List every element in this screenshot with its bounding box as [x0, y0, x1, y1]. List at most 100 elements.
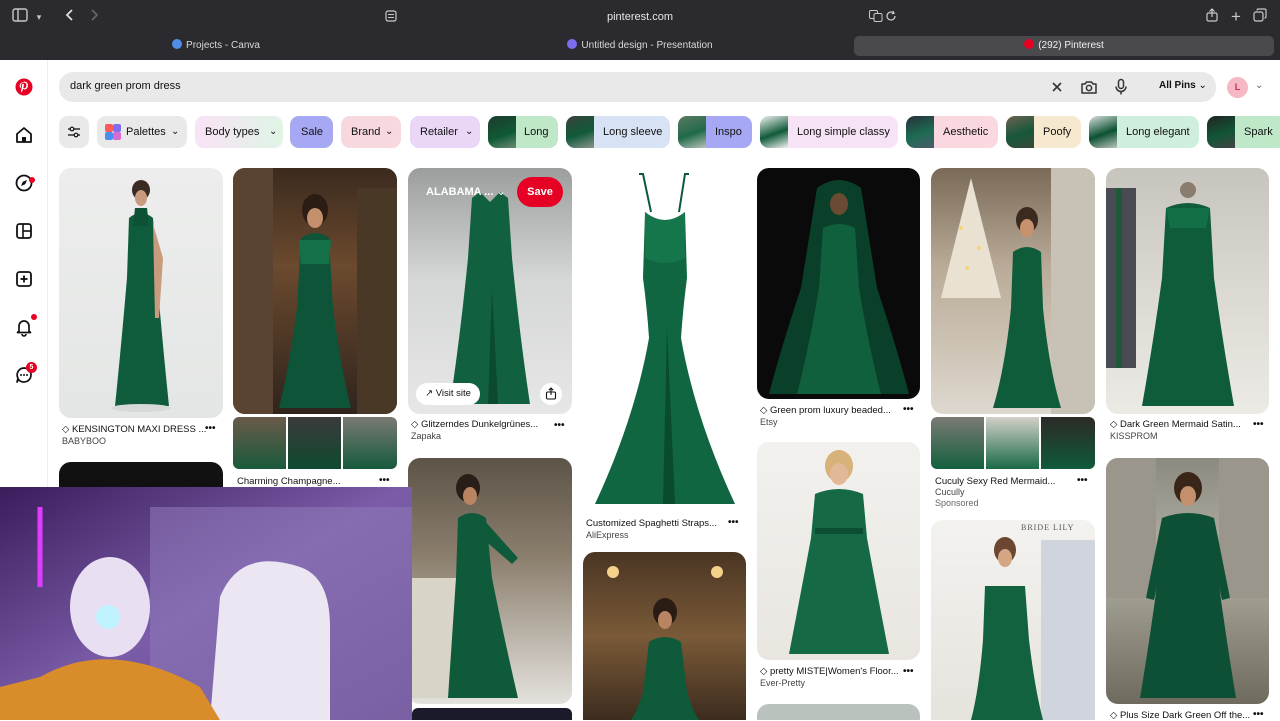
address-bar[interactable]: pinterest.com	[380, 6, 900, 28]
tab-overview-icon[interactable]	[1252, 8, 1268, 26]
dress-photo	[595, 173, 735, 504]
pin-title[interactable]: ◇ Dark Green Mermaid Satin...	[1110, 419, 1250, 430]
filter-long-simple-classy[interactable]: Long simple classy	[760, 116, 898, 148]
pin-source[interactable]: BABYBOO	[62, 436, 106, 446]
home-icon[interactable]	[14, 125, 34, 145]
filter-palettes[interactable]: Palettes ⌄	[97, 116, 187, 148]
pin-title[interactable]: ◇ Plus Size Dark Green Off the...	[1110, 710, 1260, 721]
pin-image[interactable]	[583, 552, 746, 720]
clear-search-icon[interactable]	[1049, 79, 1065, 95]
filter-sparkly[interactable]: Spark	[1207, 116, 1280, 148]
url-text: pinterest.com	[606, 11, 674, 23]
filter-retailer[interactable]: Retailer ⌄	[410, 116, 480, 148]
filter-brand[interactable]: Brand ⌄	[341, 116, 401, 148]
tab-presentation[interactable]: Untitled design - Presentation	[430, 36, 850, 56]
filter-body-types[interactable]: Body types ⌄	[195, 116, 283, 148]
more-options-icon[interactable]: •••	[1253, 419, 1264, 430]
scope-dropdown[interactable]: All Pins ⌄	[1159, 80, 1207, 91]
translate-icon[interactable]	[868, 8, 884, 26]
arrow-up-right-icon: ↗	[425, 388, 436, 399]
notifications-icon[interactable]	[14, 317, 34, 337]
more-options-icon[interactable]: •••	[205, 423, 216, 434]
dress-photo	[408, 474, 518, 698]
new-tab-icon[interactable]: +	[1228, 8, 1244, 26]
pin-title[interactable]: Charming Champagne...	[237, 476, 377, 487]
search-input[interactable]: dark green prom dress	[70, 80, 181, 92]
pin-source[interactable]: Zapaka	[411, 431, 441, 441]
boards-icon[interactable]	[14, 221, 34, 241]
chevron-down-icon[interactable]: ⌄	[1255, 80, 1263, 91]
pin-source[interactable]: KISSPROM	[1110, 431, 1158, 441]
save-button[interactable]: Save	[517, 177, 563, 207]
share-button[interactable]	[540, 383, 562, 405]
pin-title[interactable]: ◇ KENSINGTON MAXI DRESS ...	[62, 424, 210, 435]
more-options-icon[interactable]: •••	[903, 666, 914, 677]
pin-source[interactable]: Cucully	[935, 487, 965, 497]
filter-sale[interactable]: Sale	[290, 116, 333, 148]
pin-image[interactable]	[1106, 458, 1269, 704]
board-selector[interactable]: ALABAMA ... ⌄	[426, 185, 506, 198]
filter-poofy[interactable]: Poofy	[1006, 116, 1081, 148]
more-options-icon[interactable]: •••	[903, 404, 914, 415]
pin-image[interactable]	[408, 458, 572, 704]
more-options-icon[interactable]: •••	[554, 420, 565, 431]
pin-title[interactable]: Customized Spaghetti Straps...	[586, 518, 726, 529]
search-bar[interactable]: dark green prom dress All Pins ⌄	[59, 72, 1216, 102]
pin-image[interactable]	[59, 168, 223, 418]
thumbnail	[566, 116, 594, 148]
pin-source[interactable]: AliExpress	[586, 530, 629, 540]
sidebar-toggle-icon[interactable]	[10, 8, 30, 26]
filter-settings-button[interactable]	[59, 116, 89, 148]
explore-icon[interactable]	[14, 173, 34, 193]
pin-title[interactable]: ◇ Glitzerndes Dunkelgrünes...	[411, 419, 551, 430]
tab-canva[interactable]: Projects - Canva	[6, 36, 426, 56]
filter-long-elegant-label: Long elegant	[1126, 126, 1190, 138]
pin-image[interactable]	[931, 168, 1095, 414]
pin-image[interactable]: BRIDE LILY	[931, 520, 1095, 720]
pin-title[interactable]: ◇ Green prom luxury beaded...	[760, 405, 900, 416]
reload-icon[interactable]	[884, 8, 898, 26]
chevron-down-icon[interactable]: ▾	[32, 8, 46, 26]
pin-source[interactable]: Ever-Pretty	[760, 678, 805, 688]
microphone-icon[interactable]	[1113, 78, 1129, 96]
filter-aesthetic[interactable]: Aesthetic	[906, 116, 998, 148]
camera-search-icon[interactable]	[1080, 78, 1098, 96]
more-options-icon[interactable]: •••	[1077, 475, 1088, 486]
pin-collage[interactable]	[931, 417, 1095, 469]
tag-icon: ◇	[1110, 419, 1120, 430]
tag-icon: ◇	[411, 419, 421, 430]
filter-long-elegant[interactable]: Long elegant	[1089, 116, 1199, 148]
collage-image	[931, 417, 984, 469]
more-options-icon[interactable]: •••	[728, 517, 739, 528]
pinterest-logo-icon[interactable]	[14, 77, 34, 97]
filter-inspo[interactable]: Inspo	[678, 116, 752, 148]
create-icon[interactable]	[14, 269, 34, 289]
browser-chrome: ▾ pinterest.com + Projects - Canva Untit	[0, 0, 1280, 60]
visit-site-button[interactable]: ↗ Visit site	[416, 383, 480, 405]
more-options-icon[interactable]: •••	[1253, 709, 1264, 720]
pin-image[interactable]	[233, 168, 397, 414]
back-icon[interactable]	[60, 8, 80, 26]
dress-photo	[111, 180, 171, 412]
pin-image[interactable]	[757, 704, 920, 720]
pin-image[interactable]	[757, 168, 920, 399]
filter-bar: Palettes ⌄ Body types ⌄ Sale Brand ⌄ Retail…	[59, 116, 1280, 148]
forward-icon[interactable]	[84, 8, 104, 26]
avatar[interactable]: L	[1227, 77, 1248, 98]
more-options-icon[interactable]: •••	[379, 475, 390, 486]
share-icon[interactable]	[1204, 8, 1220, 26]
thumbnail	[760, 116, 788, 148]
pin-source[interactable]: Etsy	[760, 417, 778, 427]
pin-image[interactable]	[412, 708, 572, 720]
pin-title[interactable]: ◇ pretty MISTE|Women's Floor...	[760, 666, 900, 677]
pin-title[interactable]: Cuculy Sexy Red Mermaid...	[935, 476, 1075, 487]
filter-long[interactable]: Long	[488, 116, 558, 148]
canva-icon	[567, 39, 578, 49]
pin-image[interactable]	[1106, 168, 1269, 414]
pin-image[interactable]	[757, 442, 920, 660]
tab-canva-label: Projects - Canva	[186, 40, 260, 51]
pin-collage[interactable]	[233, 417, 397, 469]
pin-image[interactable]	[583, 168, 746, 512]
tab-pinterest[interactable]: (292) Pinterest	[854, 36, 1274, 56]
filter-long-sleeve[interactable]: Long sleeve	[566, 116, 670, 148]
